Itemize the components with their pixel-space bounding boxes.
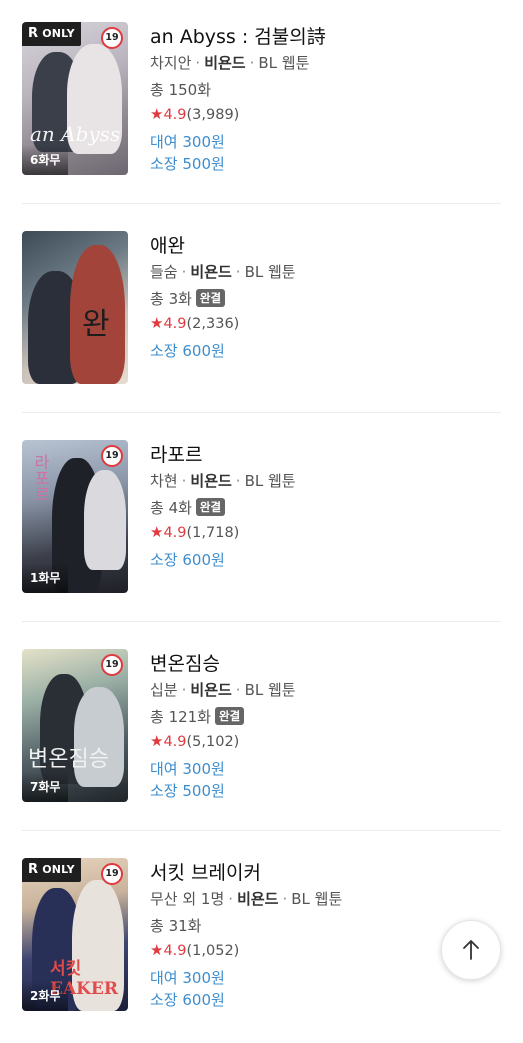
item-meta: 무산 외 1명 · 비욘드 · BL 웹툰	[150, 890, 343, 908]
cover-title: 라포르	[31, 454, 50, 502]
item-title[interactable]: 서킷 브레이커	[150, 858, 261, 885]
cover-image[interactable]: 완	[22, 231, 128, 384]
list-item[interactable]: 변온짐승 19 7화무 변온짐승 십분 · 비욘드 · BL 웹툰 총 121화 완결 ★…	[22, 649, 501, 834]
episode-count: 총 3화 완결	[150, 288, 226, 309]
own-price: 소장 600원	[150, 551, 225, 569]
free-episodes-badge: 6화무	[22, 145, 69, 175]
episode-count: 총 121화 완결	[150, 706, 245, 727]
list-item[interactable]: an Abyss R ONLY 19 6화무 an Abyss : 검불의詩 차지…	[22, 22, 501, 207]
rating: ★4.9(5,102)	[150, 732, 240, 750]
rating: ★4.9(3,989)	[150, 105, 240, 123]
completed-badge: 완결	[195, 289, 226, 307]
cover-image[interactable]: 라포르 19 1화무	[22, 440, 128, 593]
cover-image[interactable]: 변온짐승 19 7화무	[22, 649, 128, 802]
age-19-badge: 19	[101, 654, 123, 676]
item-title[interactable]: 애완	[150, 231, 185, 258]
age-19-badge: 19	[101, 445, 123, 467]
free-episodes-badge: 1화무	[22, 563, 69, 593]
free-episodes-badge: 2화무	[22, 981, 69, 1011]
item-title[interactable]: an Abyss : 검불의詩	[150, 22, 326, 49]
item-meta: 차지안 · 비욘드 · BL 웹툰	[150, 54, 310, 72]
r-only-badge: R ONLY	[22, 858, 81, 882]
own-price: 소장 600원	[150, 342, 225, 360]
divider	[22, 830, 501, 831]
arrow-up-icon	[463, 940, 479, 960]
rent-price: 대여 300원	[150, 133, 225, 151]
cover-image[interactable]: an Abyss R ONLY 19 6화무	[22, 22, 128, 175]
episode-count: 총 4화 완결	[150, 497, 226, 518]
divider	[22, 621, 501, 622]
rating: ★4.9(1,052)	[150, 941, 240, 959]
episode-count: 총 150화	[150, 81, 211, 99]
star-icon: ★	[150, 523, 164, 541]
item-meta: 십분 · 비욘드 · BL 웹툰	[150, 681, 296, 699]
cover-title: an Abyss	[30, 122, 121, 146]
own-price: 소장 600원	[150, 991, 225, 1009]
scroll-to-top-button[interactable]	[441, 920, 501, 980]
r-only-badge: R ONLY	[22, 22, 81, 46]
item-title[interactable]: 라포르	[150, 440, 202, 467]
item-meta: 차현 · 비욘드 · BL 웹툰	[150, 472, 296, 490]
cover-title: 변온짐승	[28, 747, 109, 772]
age-19-badge: 19	[101, 27, 123, 49]
star-icon: ★	[150, 314, 164, 332]
age-19-badge: 19	[101, 863, 123, 885]
completed-badge: 완결	[215, 707, 245, 725]
list-item[interactable]: 완 애완 들숨 · 비욘드 · BL 웹툰 총 3화 완결 ★4.9(2,336) 소장 …	[22, 231, 501, 416]
star-icon: ★	[150, 732, 164, 750]
item-meta: 들숨 · 비욘드 · BL 웹툰	[150, 263, 296, 281]
divider	[22, 203, 501, 204]
rating: ★4.9(1,718)	[150, 523, 240, 541]
list-item[interactable]: 라포르 19 1화무 라포르 차현 · 비욘드 · BL 웹툰 총 4화 완결 ★4.9(…	[22, 440, 501, 625]
free-episodes-badge: 7화무	[22, 772, 69, 802]
cover-title: 완	[82, 307, 110, 342]
rent-price: 대여 300원	[150, 969, 225, 987]
own-price: 소장 500원	[150, 155, 225, 173]
rent-price: 대여 300원	[150, 760, 225, 778]
divider	[22, 412, 501, 413]
own-price: 소장 500원	[150, 782, 225, 800]
rating: ★4.9(2,336)	[150, 314, 240, 332]
completed-badge: 완결	[195, 498, 226, 516]
episode-count: 총 31화	[150, 917, 202, 935]
cover-image[interactable]: 서킷 EAKER R ONLY 19 2화무	[22, 858, 128, 1011]
item-title[interactable]: 변온짐승	[150, 649, 220, 676]
star-icon: ★	[150, 941, 164, 959]
list-item[interactable]: 서킷 EAKER R ONLY 19 2화무 서킷 브레이커 무산 외 1명 · 비욘…	[22, 858, 501, 1043]
star-icon: ★	[150, 105, 164, 123]
